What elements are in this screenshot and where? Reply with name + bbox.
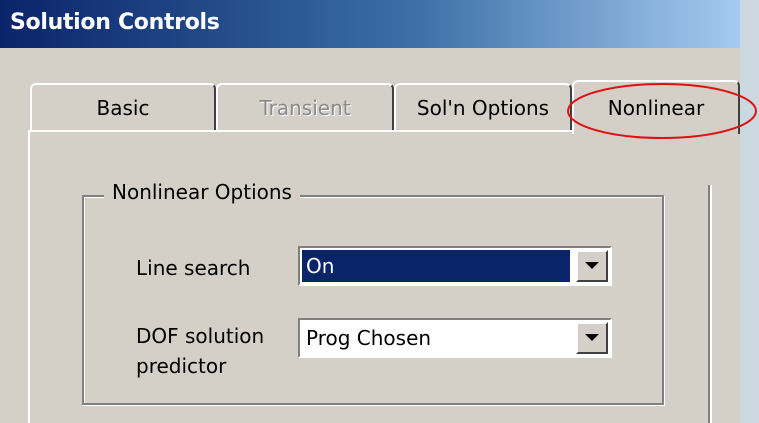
tab-transient[interactable]: Transient (216, 83, 394, 131)
tab-nonlinear-label: Nonlinear (607, 96, 705, 120)
tab-nonlinear[interactable]: Nonlinear (572, 80, 740, 134)
title-bar[interactable]: Solution Controls (0, 0, 740, 48)
line-search-dropdown-button[interactable] (576, 250, 608, 282)
dof-predictor-label-line2: predictor (136, 354, 227, 378)
tab-soln-options-label: Sol'n Options (416, 96, 550, 120)
dof-predictor-value: Prog Chosen (306, 326, 432, 350)
dof-predictor-dropdown-button[interactable] (576, 322, 608, 354)
line-search-label: Line search (136, 256, 251, 280)
dof-predictor-label-line1: DOF solution (136, 324, 265, 348)
chevron-down-icon (585, 334, 599, 341)
chevron-down-icon (585, 262, 599, 269)
nonlinear-options-group-title: Nonlinear Options (104, 180, 300, 204)
window-title: Solution Controls (10, 10, 220, 35)
tab-basic-label: Basic (96, 96, 150, 120)
tab-transient-label: Transient (259, 96, 351, 120)
right-group-border (708, 185, 740, 423)
dof-predictor-select[interactable]: Prog Chosen (298, 318, 612, 358)
line-search-select[interactable]: On (298, 246, 612, 286)
tab-soln-options[interactable]: Sol'n Options (394, 83, 572, 131)
solution-controls-dialog: Solution Controls Basic Transient Sol'n … (0, 0, 740, 423)
tab-basic[interactable]: Basic (30, 83, 216, 131)
line-search-value: On (302, 250, 570, 282)
